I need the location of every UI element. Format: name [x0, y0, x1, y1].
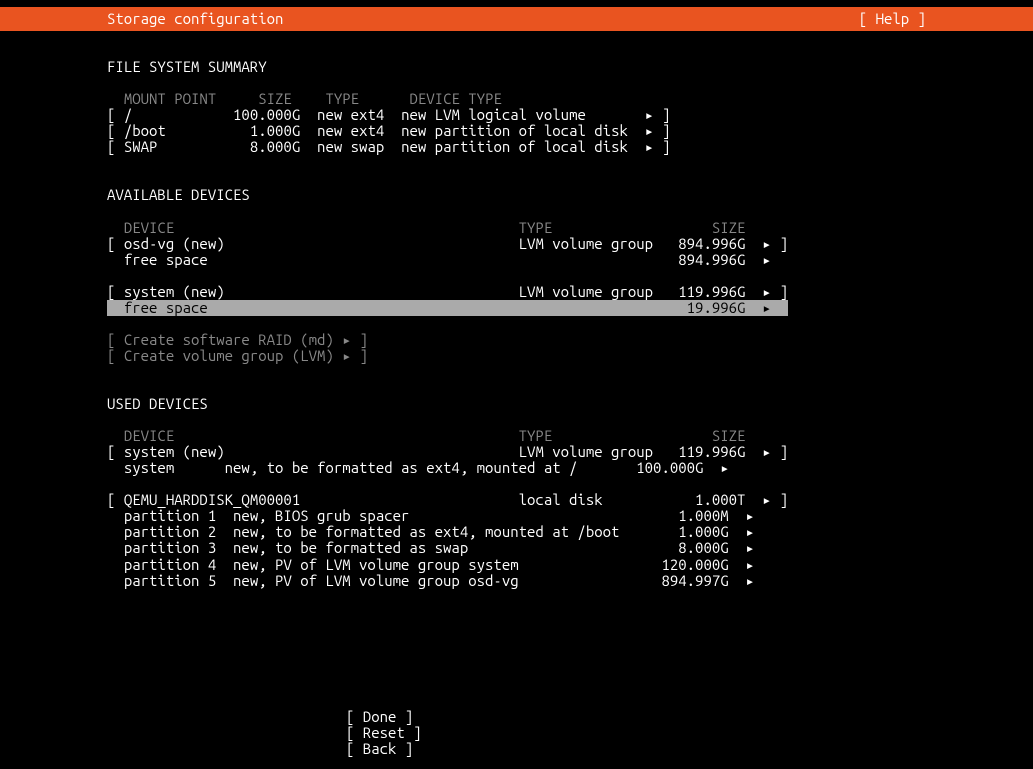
title-text: Storage configuration — [14, 7, 283, 31]
triangle-right-icon: ▸ — [645, 138, 654, 155]
triangle-right-icon: ▸ — [720, 459, 729, 476]
triangle-right-icon: ▸ — [342, 347, 351, 364]
title-bar: Storage configuration [ Help ] — [0, 7, 1033, 31]
fs-row-swap[interactable]: [ SWAP 8.000G new swap new partition of … — [107, 138, 671, 155]
triangle-right-icon: ▸ — [762, 235, 771, 252]
used-part3[interactable]: partition 3 new, to be formatted as swap… — [107, 539, 755, 556]
used-system[interactable]: [ system (new) LVM volume group 119.996G… — [107, 443, 788, 460]
fs-headers: MOUNT POINT SIZE TYPE DEVICE TYPE — [107, 90, 502, 107]
used-heading: USED DEVICES — [107, 395, 208, 412]
triangle-right-icon: ▸ — [745, 556, 754, 573]
triangle-right-icon: ▸ — [762, 299, 771, 316]
used-part1[interactable]: partition 1 new, BIOS grub spacer 1.000M… — [107, 507, 755, 524]
create-lvm-action[interactable]: [ Create volume group (LVM) ▸ ] — [107, 347, 368, 364]
footer-buttons: [ Done ] [ Reset ] [ Back ] — [0, 709, 1033, 757]
reset-button[interactable]: [ Reset ] — [346, 724, 422, 741]
done-button[interactable]: [ Done ] — [346, 708, 413, 725]
triangle-right-icon: ▸ — [342, 331, 351, 348]
fs-summary-heading: FILE SYSTEM SUMMARY — [107, 58, 267, 75]
content-area: FILE SYSTEM SUMMARY MOUNT POINT SIZE TYP… — [0, 31, 1033, 589]
avail-system[interactable]: [ system (new) LVM volume group 119.996G… — [107, 283, 788, 300]
avail-osd-free[interactable]: free space 894.996G ▸ — [107, 251, 771, 268]
triangle-right-icon: ▸ — [762, 283, 771, 300]
triangle-right-icon: ▸ — [762, 443, 771, 460]
help-button[interactable]: [ Help ] — [859, 7, 1019, 31]
triangle-right-icon: ▸ — [745, 539, 754, 556]
triangle-right-icon: ▸ — [762, 251, 771, 268]
avail-system-free-selected[interactable]: free space 19.996G ▸ — [107, 300, 788, 316]
triangle-right-icon: ▸ — [745, 523, 754, 540]
used-part2[interactable]: partition 2 new, to be formatted as ext4… — [107, 523, 755, 540]
fs-row-boot[interactable]: [ /boot 1.000G new ext4 new partition of… — [107, 122, 671, 139]
triangle-right-icon: ▸ — [745, 507, 754, 524]
avail-headers: DEVICE TYPE SIZE — [107, 219, 745, 236]
used-system-vol[interactable]: system new, to be formatted as ext4, mou… — [107, 459, 729, 476]
triangle-right-icon: ▸ — [762, 491, 771, 508]
available-heading: AVAILABLE DEVICES — [107, 186, 250, 203]
used-part5[interactable]: partition 5 new, PV of LVM volume group … — [107, 572, 755, 589]
back-button[interactable]: [ Back ] — [346, 740, 413, 757]
used-headers: DEVICE TYPE SIZE — [107, 427, 745, 444]
fs-row-root[interactable]: [ / 100.000G new ext4 new LVM logical vo… — [107, 106, 671, 123]
create-raid-action[interactable]: [ Create software RAID (md) ▸ ] — [107, 331, 368, 348]
used-part4[interactable]: partition 4 new, PV of LVM volume group … — [107, 556, 755, 573]
triangle-right-icon: ▸ — [645, 106, 654, 123]
used-qemu-disk[interactable]: [ QEMU_HARDDISK_QM00001 local disk 1.000… — [107, 491, 788, 508]
triangle-right-icon: ▸ — [645, 122, 654, 139]
avail-osd-vg[interactable]: [ osd-vg (new) LVM volume group 894.996G… — [107, 235, 788, 252]
triangle-right-icon: ▸ — [745, 572, 754, 589]
